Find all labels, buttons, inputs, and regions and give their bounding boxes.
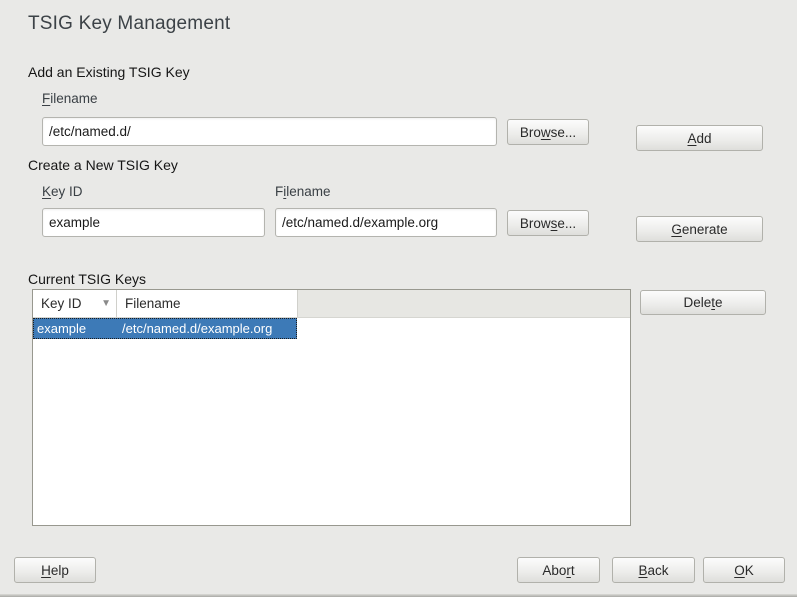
back-button[interactable]: Back [612,557,695,583]
create-new-section-heading: Create a New TSIG Key [28,157,178,173]
column-header-key-id[interactable]: Key ID ▼ [33,290,117,317]
current-keys-heading: Current TSIG Keys [28,271,146,287]
key-id-label: Key ID [42,184,83,199]
row-filename-cell: /etc/named.d/example.org [118,321,296,336]
generate-button[interactable]: Generate [636,216,763,242]
ok-button[interactable]: OK [703,557,785,583]
table-row[interactable]: example /etc/named.d/example.org [33,318,297,339]
existing-filename-label: Filename [42,91,98,106]
browse-new-button[interactable]: Browse... [507,210,589,236]
delete-button[interactable]: Delete [640,290,766,315]
row-key-id-cell: example [34,321,118,336]
sort-descending-icon: ▼ [101,298,111,309]
new-filename-label: Filename [275,184,331,199]
browse-existing-button[interactable]: Browse... [507,119,589,145]
column-header-filename[interactable]: Filename [117,290,297,317]
add-button[interactable]: Add [636,125,763,151]
help-button[interactable]: Help [14,557,96,583]
page-title: TSIG Key Management [28,13,230,35]
key-id-input[interactable] [42,208,265,237]
abort-button[interactable]: Abort [517,557,600,583]
add-existing-section-heading: Add an Existing TSIG Key [28,64,190,80]
column-header-filler [297,290,630,317]
tsig-key-management-dialog: TSIG Key Management Add an Existing TSIG… [0,0,797,597]
new-filename-input[interactable] [275,208,497,237]
tsig-keys-table[interactable]: Key ID ▼ Filename example /etc/named.d/e… [32,289,631,526]
table-header-row: Key ID ▼ Filename [33,290,630,318]
existing-filename-input[interactable] [42,117,497,146]
